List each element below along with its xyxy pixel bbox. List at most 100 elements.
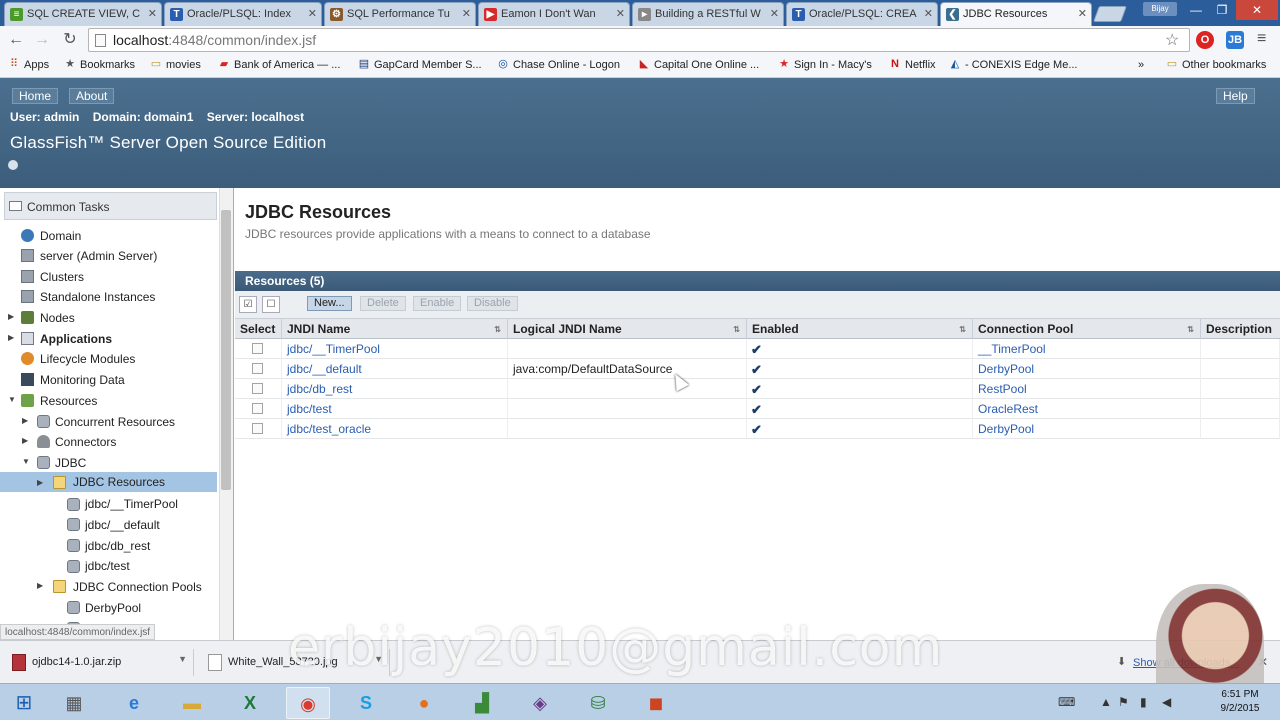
recorder-app-icon[interactable]: ◼ bbox=[634, 687, 678, 719]
bookmark-item[interactable]: ◎ Chase Online - Logon bbox=[497, 58, 620, 71]
forward-icon[interactable]: → bbox=[32, 30, 52, 50]
nav-item-db-rest[interactable]: jdbc/db_rest bbox=[85, 536, 150, 556]
calculator-app-icon[interactable]: ▦ bbox=[52, 687, 96, 719]
bookmark-item[interactable]: ⠿ Apps bbox=[8, 58, 49, 71]
connection-pool-link[interactable]: DerbyPool bbox=[978, 422, 1034, 436]
help-button[interactable]: Help bbox=[1216, 88, 1255, 104]
browser-tab[interactable]: ▸ Building a RESTful W ✕ bbox=[632, 2, 784, 26]
nav-item-jdbc[interactable]: JDBC bbox=[55, 453, 86, 473]
nav-item-nodes[interactable]: Nodes bbox=[40, 308, 75, 328]
user-badge[interactable]: Bijay bbox=[1143, 2, 1177, 16]
row-checkbox[interactable] bbox=[252, 363, 263, 374]
bookmark-item[interactable]: ▭ movies bbox=[150, 58, 201, 71]
bookmark-item[interactable]: ◭ - CONEXIS Edge Me... bbox=[949, 58, 1078, 71]
new-tab-button[interactable] bbox=[1093, 6, 1127, 22]
nav-item-jdbc-connection-pools[interactable]: JDBC Connection Pools bbox=[73, 577, 202, 597]
maximize-button[interactable]: ❐ bbox=[1208, 0, 1236, 20]
disable-button[interactable]: Disable bbox=[467, 296, 518, 311]
sort-icon[interactable]: ⇅ bbox=[733, 325, 740, 334]
nav-item-test[interactable]: jdbc/test bbox=[85, 556, 130, 576]
browser-tab[interactable]: ▶ Eamon I Don't Wan ✕ bbox=[478, 2, 630, 26]
menu-icon[interactable]: ≡ bbox=[1257, 30, 1266, 48]
jndi-name-link[interactable]: jdbc/__TimerPool bbox=[287, 342, 380, 356]
collapse-icon[interactable]: ▼ bbox=[8, 395, 16, 404]
connection-pool-link[interactable]: RestPool bbox=[978, 382, 1027, 396]
sort-icon[interactable]: ⇅ bbox=[1187, 325, 1194, 334]
expand-icon[interactable]: ▶ bbox=[8, 312, 14, 321]
back-icon[interactable]: ← bbox=[6, 30, 26, 50]
sort-icon[interactable]: ⇅ bbox=[959, 325, 966, 334]
skype-app-icon[interactable]: S bbox=[344, 687, 388, 719]
new-button[interactable]: New... bbox=[307, 296, 352, 311]
volume-icon[interactable]: ◀ bbox=[1162, 695, 1171, 709]
bookmark-item[interactable]: ★ Sign In - Macy's bbox=[778, 58, 872, 71]
enable-button[interactable]: Enable bbox=[413, 296, 462, 311]
close-window-button[interactable]: ✕ bbox=[1236, 0, 1278, 20]
connection-pool-link[interactable]: __TimerPool bbox=[978, 342, 1046, 356]
browser-tab-active[interactable]: ❮ JDBC Resources ✕ bbox=[940, 2, 1092, 26]
chart-app-icon[interactable]: ▟ bbox=[460, 687, 504, 719]
network-icon[interactable]: ▮ bbox=[1140, 695, 1147, 709]
deselect-all-icon[interactable]: ☐ bbox=[262, 296, 280, 313]
nav-item-server[interactable]: server (Admin Server) bbox=[40, 246, 157, 266]
close-icon[interactable]: ✕ bbox=[462, 7, 471, 20]
flag-icon[interactable]: ⚑ bbox=[1118, 695, 1129, 709]
close-icon[interactable]: ✕ bbox=[770, 7, 779, 20]
bookmark-item[interactable]: ★ Bookmarks bbox=[64, 58, 135, 71]
close-icon[interactable]: ✕ bbox=[1078, 7, 1087, 20]
bookmark-item[interactable]: ▤ GapCard Member S... bbox=[358, 58, 482, 71]
nav-item-clusters[interactable]: Clusters bbox=[40, 267, 84, 287]
nav-item-timerpool[interactable]: jdbc/__TimerPool bbox=[85, 494, 178, 514]
nav-item-resources[interactable]: Resources bbox=[40, 391, 97, 411]
nav-item-applications[interactable]: Applications bbox=[40, 329, 112, 349]
nav-item-lifecycle-modules[interactable]: Lifecycle Modules bbox=[40, 349, 135, 369]
chrome-app-icon[interactable]: ◉ bbox=[286, 687, 330, 719]
tray-expand-icon[interactable]: ▲ bbox=[1100, 695, 1112, 709]
expand-icon[interactable]: ▶ bbox=[8, 333, 14, 342]
reload-icon[interactable]: ↻ bbox=[60, 30, 80, 50]
media-app-icon[interactable]: ◈ bbox=[518, 687, 562, 719]
column-header-jndi-name[interactable]: JNDI Name ⇅ bbox=[282, 319, 508, 339]
home-button[interactable]: Home bbox=[12, 88, 59, 104]
browser-tab[interactable]: T Oracle/PLSQL: Index ✕ bbox=[164, 2, 322, 26]
row-checkbox[interactable] bbox=[252, 423, 263, 434]
about-button[interactable]: About bbox=[69, 88, 115, 104]
nav-item-connectors[interactable]: Connectors bbox=[55, 432, 116, 452]
close-icon[interactable]: ✕ bbox=[308, 7, 317, 20]
column-header-enabled[interactable]: Enabled ⇅ bbox=[747, 319, 973, 339]
excel-app-icon[interactable]: X bbox=[228, 687, 272, 719]
explorer-app-icon[interactable]: ▬ bbox=[170, 687, 214, 719]
bookmarks-overflow[interactable]: » bbox=[1138, 59, 1144, 71]
nav-item-jdbc-resources[interactable]: JDBC Resources bbox=[0, 472, 217, 492]
browser-tab[interactable]: T Oracle/PLSQL: CREA ✕ bbox=[786, 2, 938, 26]
nav-item-concurrent-resources[interactable]: Concurrent Resources bbox=[55, 412, 175, 432]
bookmark-item[interactable]: ▰ Bank of America — ... bbox=[218, 58, 341, 71]
expand-icon[interactable]: ▶ bbox=[22, 436, 28, 445]
delete-button[interactable]: Delete bbox=[360, 296, 406, 311]
close-icon[interactable]: ✕ bbox=[616, 7, 625, 20]
column-header-connection-pool[interactable]: Connection Pool ⇅ bbox=[973, 319, 1201, 339]
nav-item-domain[interactable]: Domain bbox=[40, 226, 81, 246]
jndi-name-link[interactable]: jdbc/test_oracle bbox=[287, 422, 371, 436]
system-clock[interactable]: 6:51 PM 9/2/2015 bbox=[1205, 688, 1275, 716]
sort-icon[interactable]: ⇅ bbox=[494, 325, 501, 334]
column-header-logical-jndi-name[interactable]: Logical JNDI Name ⇅ bbox=[508, 319, 747, 339]
database-app-icon[interactable]: ⛁ bbox=[576, 687, 620, 719]
windows-start-icon[interactable]: ⊞ bbox=[2, 687, 46, 719]
nav-item-derbypool[interactable]: DerbyPool bbox=[85, 598, 141, 618]
jndi-name-link[interactable]: jdbc/__default bbox=[287, 362, 362, 376]
jndi-name-link[interactable]: jdbc/db_rest bbox=[287, 382, 352, 396]
keyboard-icon[interactable]: ⌨ bbox=[1058, 695, 1075, 709]
chevron-down-icon[interactable]: ▼ bbox=[178, 654, 187, 664]
jndi-name-link[interactable]: jdbc/test bbox=[287, 402, 332, 416]
nav-item-default[interactable]: jdbc/__default bbox=[85, 515, 160, 535]
nav-scrollbar-thumb[interactable] bbox=[221, 210, 231, 490]
ie-app-icon[interactable]: e bbox=[112, 687, 156, 719]
minimize-button[interactable]: — bbox=[1182, 0, 1210, 20]
nav-item-monitoring-data[interactable]: Monitoring Data bbox=[40, 370, 125, 390]
row-checkbox[interactable] bbox=[252, 403, 263, 414]
browser-tab[interactable]: ≡ SQL CREATE VIEW, C ✕ bbox=[4, 2, 162, 26]
connection-pool-link[interactable]: OracleRest bbox=[978, 402, 1038, 416]
bookmark-item[interactable]: N Netflix bbox=[889, 58, 936, 71]
nav-item-standalone-instances[interactable]: Standalone Instances bbox=[40, 287, 155, 307]
